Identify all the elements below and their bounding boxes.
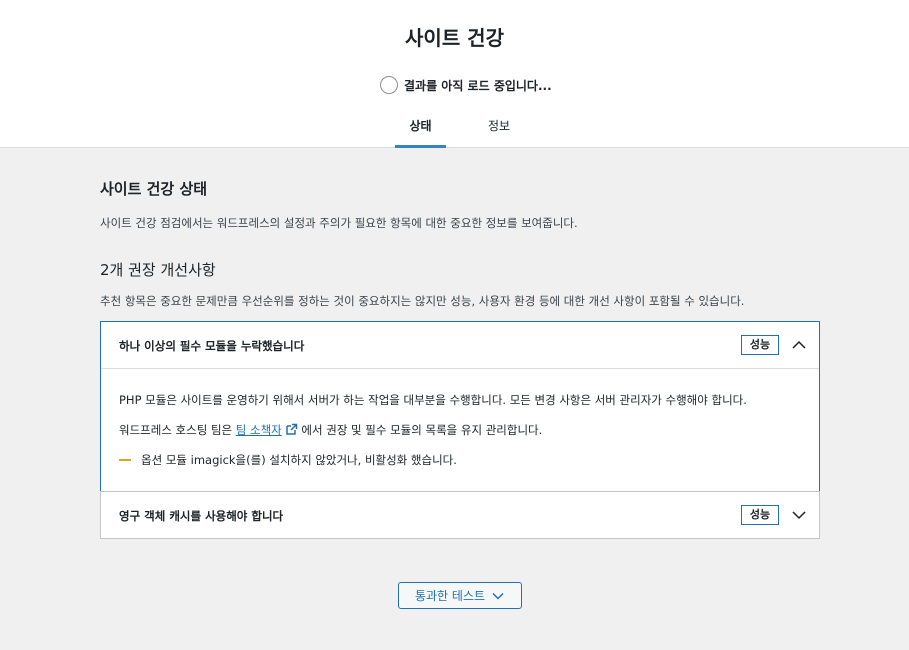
page-header: 사이트 건강 결과를 아직 로드 중입니다... 상태 정보 [0, 0, 909, 148]
warning-text: 옵션 모듈 imagick을(를) 설치하지 않았거나, 비활성화 했습니다. [141, 453, 457, 467]
chevron-down-icon[interactable] [789, 505, 809, 525]
recommended-group-title: 2개 권장 개선사항 [100, 261, 216, 279]
external-link-icon[interactable] [285, 423, 298, 436]
accordion-header-missing-modules[interactable]: 하나 이상의 필수 모듈을 누락했습니다 성능 [101, 322, 819, 369]
section-title: 사이트 건강 상태 [100, 180, 208, 198]
accordion-item-missing-modules: 하나 이상의 필수 모듈을 누락했습니다 성능 PHP 모듈은 사이트를 운영하… [100, 321, 820, 492]
recommended-group-description: 추천 항목은 중요한 문제만큼 우선순위를 정하는 것이 중요하지는 않지만 성… [100, 294, 745, 308]
performance-badge: 성능 [741, 505, 779, 525]
passed-tests-button[interactable]: 통과한 테스트 [398, 582, 522, 609]
passed-tests-label: 통과한 테스트 [414, 589, 486, 603]
accordion-item-object-cache[interactable]: 영구 객체 캐시를 사용해야 합니다 성능 [100, 491, 820, 539]
loading-spinner-icon [380, 76, 398, 94]
chevron-up-icon[interactable] [789, 335, 809, 355]
body-hosting-note: 워드프레스 호스팅 팀은 팀 소책자 에서 권장 및 필수 모듈의 목록을 유지… [119, 422, 542, 438]
hosting-note-suffix: 에서 권장 및 필수 모듈의 목록을 유지 관리합니다. [301, 423, 543, 437]
body-description: PHP 모듈은 사이트를 운영하기 위해서 서버가 하는 작업을 대부분을 수행… [119, 393, 747, 407]
tab-status[interactable]: 상태 [395, 117, 446, 148]
performance-badge: 성능 [741, 335, 779, 355]
chevron-down-icon [492, 592, 504, 600]
loading-status-text: 결과를 아직 로드 중입니다... [404, 78, 552, 93]
handbook-link[interactable]: 팀 소책자 [236, 423, 282, 437]
section-description: 사이트 건강 점검에서는 워드프레스의 설정과 주의가 필요한 항목에 대한 중… [100, 216, 578, 230]
accordion-title: 영구 객체 캐시를 사용해야 합니다 [119, 509, 284, 523]
tab-info[interactable]: 정보 [476, 117, 522, 134]
page-title: 사이트 건강 [405, 26, 504, 50]
warning-dash-icon [119, 459, 131, 461]
hosting-note-prefix: 워드프레스 호스팅 팀은 [119, 423, 233, 437]
accordion-title: 하나 이상의 필수 모듈을 누락했습니다 [119, 339, 305, 353]
loading-progress: 결과를 아직 로드 중입니다... [380, 75, 552, 95]
warning-line: 옵션 모듈 imagick을(를) 설치하지 않았거나, 비활성화 했습니다. [119, 452, 457, 468]
